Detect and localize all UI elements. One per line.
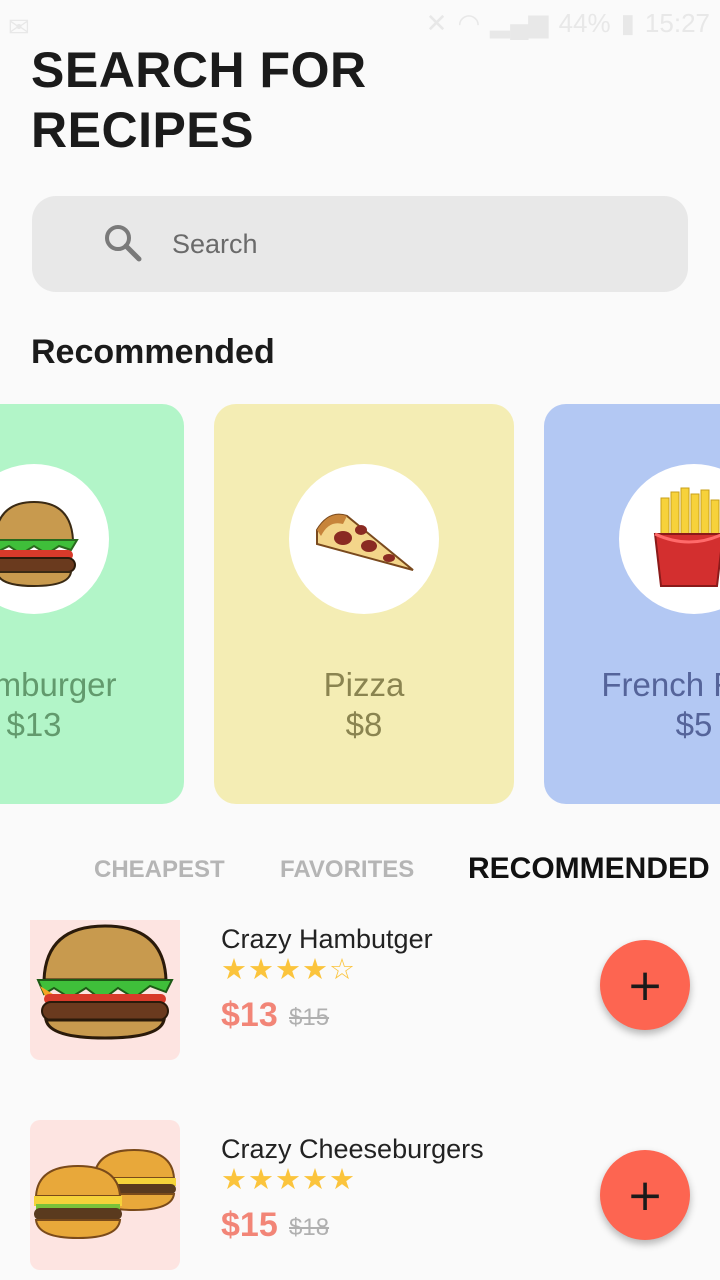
card-name: French Fries [601,666,720,703]
add-button[interactable]: + [600,1150,690,1240]
tab-recommended[interactable]: RECOMMENDED [468,852,710,886]
fries-icon [653,487,720,587]
star-rating: ★★★★★ [221,1164,356,1196]
card-price: $13 [6,706,62,743]
battery-icon: ▮ [620,8,635,38]
search-icon [105,225,142,262]
recipe-card-french-fries[interactable]: French Fries $5 [544,404,720,804]
hamburger-icon [0,500,79,588]
recommended-heading: Recommended [31,333,275,371]
page-title-line-2: RECIPES [31,102,255,158]
item-thumbnail [30,1120,180,1270]
item-price: $15 [221,1206,278,1244]
add-button[interactable]: + [600,940,690,1030]
search-box[interactable] [32,196,688,292]
list-item[interactable]: Crazy Cheeseburgers ★★★★★ $15 $18 + [0,1120,720,1270]
signal-icon: ▂▄▆ [490,8,549,38]
filter-tabs: CHEAPEST FAVORITES RECOMMENDED [0,846,720,896]
card-name: Hamburger [0,666,117,703]
card-image-circle [289,464,439,614]
recipe-list[interactable]: Crazy Hambutger ★★★★☆ $13 $15 + Crazy Ch… [0,920,720,1280]
cheeseburgers-icon [34,1148,176,1240]
search-input[interactable] [172,220,672,268]
card-price: $8 [345,706,383,743]
hamburger-icon [36,924,174,1040]
tab-favorites[interactable]: FAVORITES [280,856,414,884]
item-old-price: $15 [289,1004,330,1031]
card-image-circle [0,464,109,614]
star-rating: ★★★★☆ [221,954,356,986]
recommended-carousel[interactable]: Hamburger $13 Pizza $8 [0,404,720,804]
tab-cheapest[interactable]: CHEAPEST [94,856,225,884]
item-old-price: $18 [289,1214,330,1241]
card-image-circle [619,464,720,614]
clock: 15:27 [644,8,710,38]
card-name: Pizza [323,666,405,703]
item-name: Crazy Cheeseburgers [221,1134,484,1164]
recipe-card-hamburger[interactable]: Hamburger $13 [0,404,184,804]
recipe-card-pizza[interactable]: Pizza $8 [214,404,514,804]
list-item[interactable]: Crazy Hambutger ★★★★☆ $13 $15 + [0,920,720,1060]
card-price: $5 [675,706,713,743]
item-name: Crazy Hambutger [221,924,433,954]
item-thumbnail [30,920,180,1060]
battery-level: 44% [558,8,611,38]
item-price: $13 [221,996,278,1034]
wifi-icon: ◠ [457,8,481,38]
mail-icon: ✉ [8,12,30,42]
page-title-line-1: SEARCH FOR [31,42,367,98]
page-title: SEARCH FOR RECIPES [31,40,367,160]
pizza-icon [316,513,414,571]
mute-icon: ✕ [425,8,448,38]
status-right: ✕ ◠ ▂▄▆ 44% ▮ 15:27 [426,8,710,39]
